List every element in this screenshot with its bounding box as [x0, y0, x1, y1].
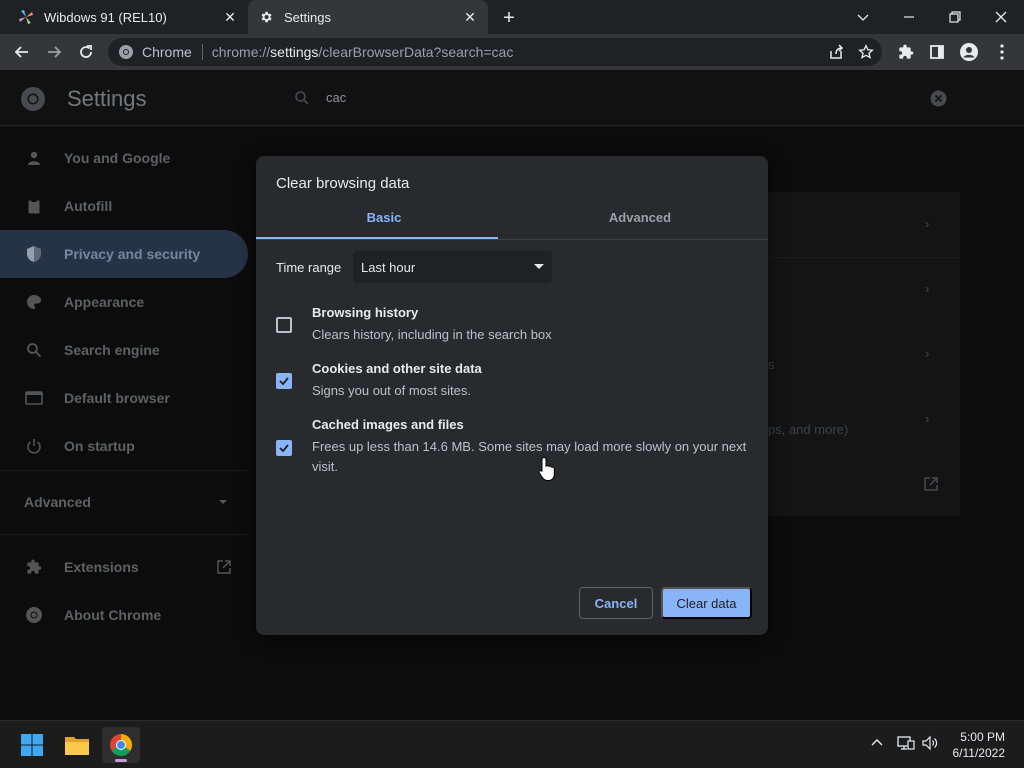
taskbar: [0, 720, 1024, 768]
back-button[interactable]: [8, 38, 36, 66]
checkmark-icon: [279, 377, 289, 386]
active-app-indicator: [115, 759, 127, 762]
tab-advanced[interactable]: Advanced: [512, 204, 768, 239]
url-text: chrome://settings/clearBrowserData?searc…: [211, 44, 514, 60]
close-tab-icon[interactable]: ✕: [462, 9, 478, 25]
option-cookies: Cookies and other site data Signs you ou…: [276, 361, 756, 401]
option-title: Cached images and files: [312, 417, 464, 432]
bookmark-star-icon[interactable]: [852, 38, 880, 66]
cancel-button[interactable]: Cancel: [579, 587, 653, 619]
close-window-button[interactable]: [978, 0, 1024, 34]
show-hidden-icons-chevron-icon[interactable]: [870, 735, 884, 752]
browsing-history-checkbox[interactable]: [276, 317, 292, 333]
option-title: Browsing history: [312, 305, 419, 320]
tab-basic[interactable]: Basic: [256, 204, 512, 239]
time-range-value: Last hour: [361, 259, 416, 275]
hand-cursor-icon: [538, 456, 555, 482]
clear-browsing-data-dialog: Clear browsing data Basic Advanced Time …: [256, 156, 768, 635]
omnibox-divider: [201, 44, 203, 60]
tab-label: Wibdows 91 (REL10): [44, 9, 167, 25]
windows-logo-icon: [21, 734, 43, 756]
start-button[interactable]: [13, 727, 51, 763]
option-title: Cookies and other site data: [312, 361, 482, 376]
reload-button[interactable]: [72, 38, 100, 66]
clock-date: 6/11/2022: [952, 746, 1006, 760]
address-bar[interactable]: Chrome chrome://settings/clearBrowserDat…: [108, 38, 882, 66]
time-range-select[interactable]: Last hour: [353, 251, 552, 283]
side-panel-icon[interactable]: [923, 38, 951, 66]
folder-icon: [65, 737, 89, 755]
cookies-checkbox[interactable]: [276, 373, 292, 389]
restore-button[interactable]: [932, 0, 978, 34]
tab-strip: Wibdows 91 (REL10) ✕ Settings ✕ +: [0, 0, 1024, 34]
extensions-icon[interactable]: [892, 38, 920, 66]
forward-button[interactable]: [40, 38, 68, 66]
clock-time: 5:00 PM: [960, 730, 1005, 744]
file-explorer-button[interactable]: [58, 727, 96, 763]
chrome-icon: [110, 734, 132, 756]
option-description: Frees up less than 14.6 MB. Some sites m…: [312, 439, 747, 474]
system-clock[interactable]: 5:00 PM 6/11/2022: [953, 729, 1006, 761]
gear-icon: [258, 9, 274, 25]
site-label: Chrome: [142, 44, 192, 60]
profile-avatar[interactable]: [955, 38, 983, 66]
volume-icon[interactable]: [921, 735, 939, 754]
minimize-button[interactable]: [886, 0, 932, 34]
new-tab-button[interactable]: +: [498, 7, 520, 29]
tab-divider: [256, 239, 768, 240]
checkmark-icon: [279, 444, 289, 453]
windows-fan-icon: [18, 9, 34, 25]
option-cached-images: Cached images and files Frees up less th…: [276, 417, 756, 477]
dialog-title: Clear browsing data: [276, 175, 410, 192]
close-tab-icon[interactable]: ✕: [222, 9, 238, 25]
clear-data-button[interactable]: Clear data: [661, 587, 752, 619]
menu-kebab-icon[interactable]: [988, 38, 1016, 66]
tab-wibdows[interactable]: Wibdows 91 (REL10) ✕: [8, 0, 248, 34]
chrome-icon: [119, 45, 133, 59]
time-range-label: Time range: [276, 260, 342, 275]
network-icon[interactable]: [897, 735, 915, 754]
option-browsing-history: Browsing history Clears history, includi…: [276, 305, 756, 345]
tab-label: Settings: [284, 9, 331, 25]
dropdown-arrow-icon: [534, 264, 544, 269]
site-info[interactable]: Chrome: [108, 44, 202, 60]
share-icon[interactable]: [822, 38, 850, 66]
option-description: Clears history, including in the search …: [312, 327, 552, 342]
option-description: Signs you out of most sites.: [312, 383, 471, 398]
chrome-taskbar-button[interactable]: [102, 727, 140, 763]
tab-search-chevron-icon[interactable]: [840, 0, 886, 34]
tab-settings[interactable]: Settings ✕: [248, 0, 488, 34]
cached-images-checkbox[interactable]: [276, 440, 292, 456]
